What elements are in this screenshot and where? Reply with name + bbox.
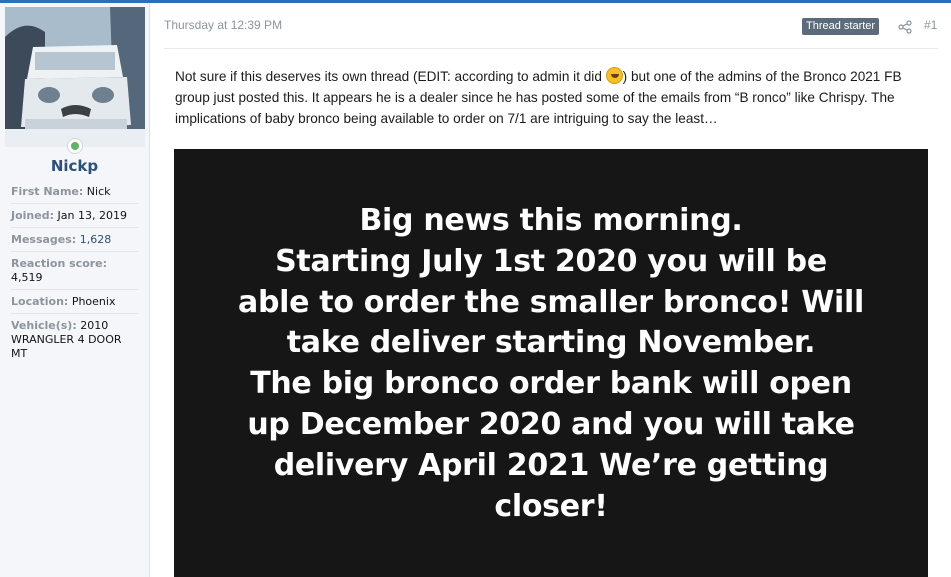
post-timestamp[interactable]: Thursday at 12:39 PM bbox=[164, 18, 282, 32]
post-message: Not sure if this deserves its own thread… bbox=[175, 66, 935, 129]
announcement-line: Starting July 1st 2020 you will be bbox=[275, 243, 827, 279]
announcement-line: up December 2020 and you will take bbox=[247, 406, 855, 442]
online-status-indicator bbox=[67, 138, 83, 154]
news-announcement-image[interactable]: Big news this morning. Starting July 1st… bbox=[174, 149, 928, 577]
announcement-text: Big news this morning. Starting July 1st… bbox=[174, 201, 928, 527]
messages-count-link[interactable]: 1,628 bbox=[80, 233, 112, 246]
user-panel: Nickp First Name: Nick Joined: Jan 13, 2… bbox=[0, 3, 150, 577]
field-term: Joined: bbox=[11, 209, 54, 222]
announcement-line: able to order the smaller bronco! Will bbox=[238, 284, 864, 320]
avatar-image bbox=[5, 7, 145, 147]
announcement-line: delivery April 2021 We’re getting bbox=[273, 447, 829, 483]
user-field-reaction-score: Reaction score: 4,519 bbox=[11, 255, 139, 290]
field-value: Jan 13, 2019 bbox=[57, 209, 127, 222]
announcement-line: take deliver starting November. bbox=[286, 325, 816, 361]
field-term: Reaction score: bbox=[11, 257, 108, 270]
field-term: Location: bbox=[11, 295, 69, 308]
user-field-first-name: First Name: Nick bbox=[11, 183, 139, 204]
user-extra-info: First Name: Nick Joined: Jan 13, 2019 Me… bbox=[11, 183, 139, 368]
rofl-emoji-icon bbox=[605, 67, 623, 84]
field-value: Phoenix bbox=[71, 295, 116, 308]
field-term: Vehicle(s): bbox=[11, 319, 77, 332]
announcement-line: closer! bbox=[494, 488, 608, 524]
post-header-divider bbox=[164, 48, 938, 49]
share-icon[interactable] bbox=[898, 19, 912, 34]
message-text: Not sure if this deserves its own thread… bbox=[175, 69, 606, 84]
post-number-link[interactable]: #1 bbox=[924, 18, 937, 32]
announcement-line: The big bronco order bank will open bbox=[250, 366, 852, 402]
announcement-line: Big news this morning. bbox=[359, 203, 743, 238]
user-field-location: Location: Phoenix bbox=[11, 293, 139, 314]
user-field-vehicles: Vehicle(s): 2010 WRANGLER 4 DOOR MT bbox=[11, 317, 139, 365]
field-term: First Name: bbox=[11, 185, 84, 198]
user-field-joined: Joined: Jan 13, 2019 bbox=[11, 207, 139, 228]
field-value: Nick bbox=[86, 185, 111, 198]
avatar[interactable] bbox=[5, 7, 145, 147]
thread-starter-badge: Thread starter bbox=[802, 18, 880, 35]
field-term: Messages: bbox=[11, 233, 77, 246]
field-value: 4,519 bbox=[11, 271, 43, 284]
username[interactable]: Nickp bbox=[0, 157, 149, 175]
user-field-messages: Messages: 1,628 bbox=[11, 231, 139, 252]
